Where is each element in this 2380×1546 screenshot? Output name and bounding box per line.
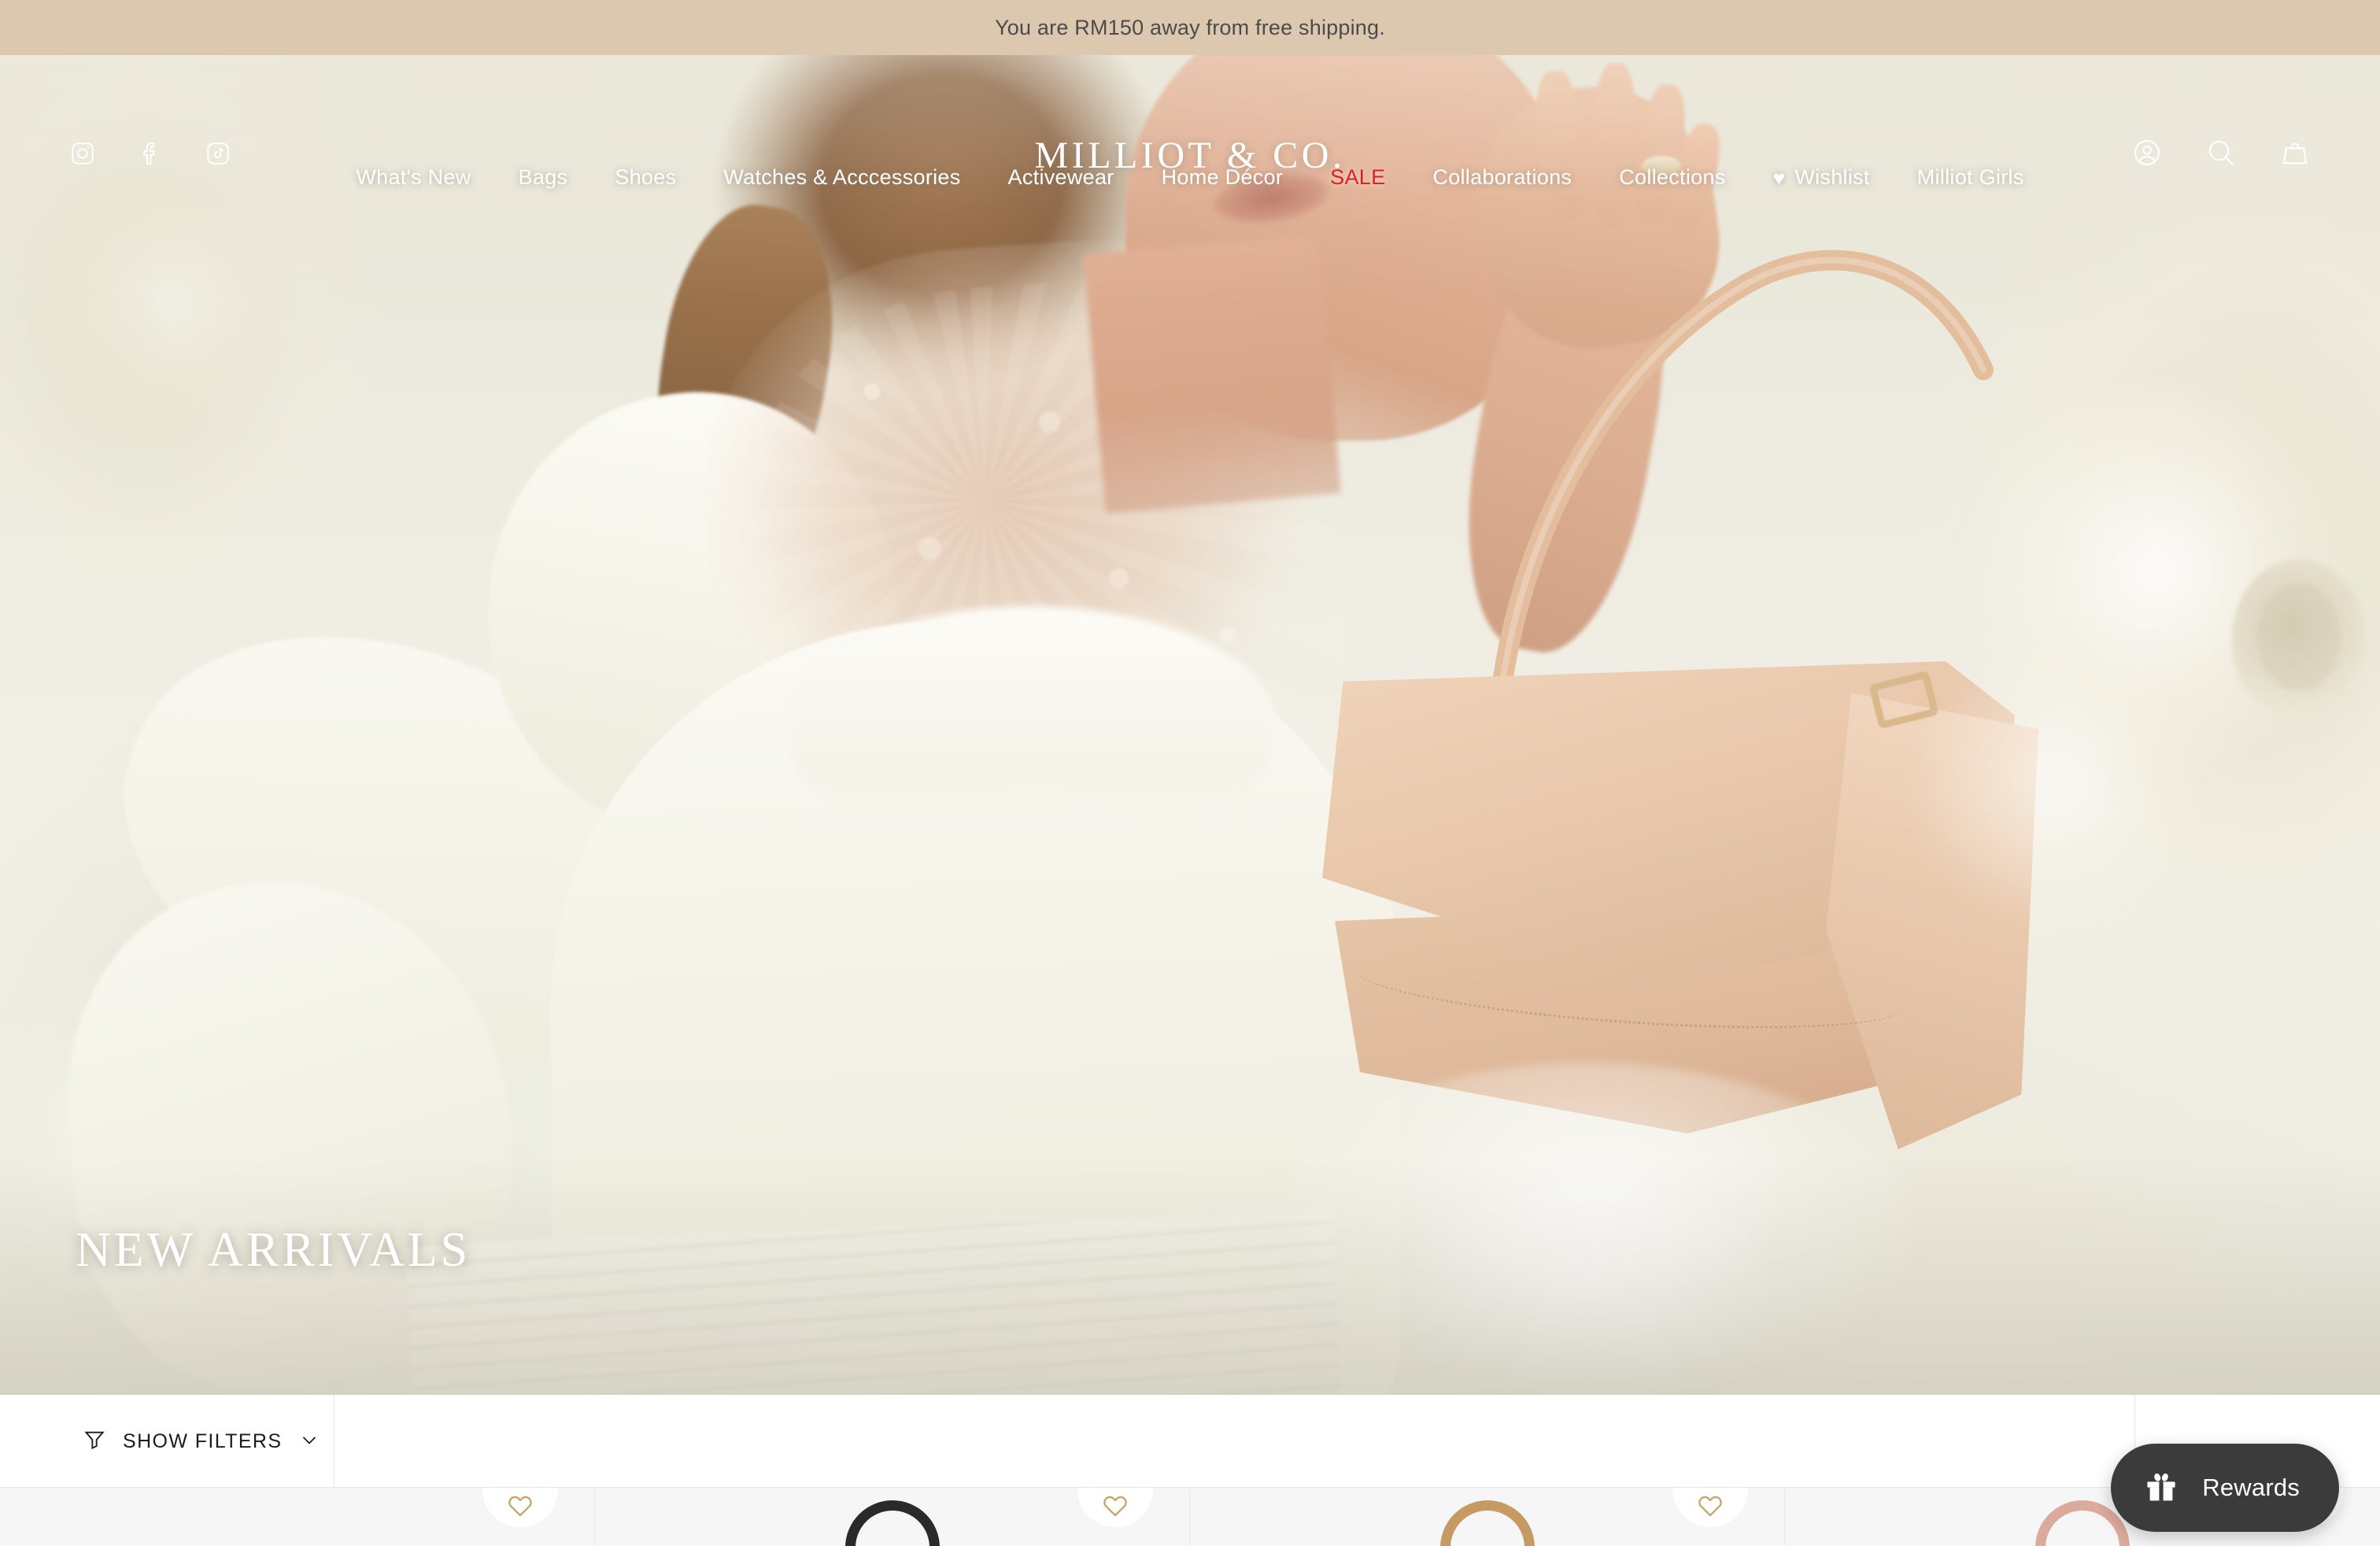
announcement-bar: You are RM150 away from free shipping. (0, 0, 2380, 55)
decorative-seedhead (2232, 559, 2366, 716)
nav-item-whats-new[interactable]: What's New (332, 157, 494, 198)
nav-item-bags[interactable]: Bags (495, 157, 592, 198)
product-card[interactable] (1190, 1488, 1785, 1546)
wishlist-button[interactable] (1077, 1488, 1153, 1527)
decorative-tulle (1385, 1157, 1794, 1393)
hero-title: NEW ARRIVALS (76, 1223, 471, 1277)
product-bag-handle (1439, 1500, 1535, 1546)
nav-item-collections[interactable]: Collections (1595, 157, 1749, 198)
product-card[interactable] (595, 1488, 1190, 1546)
filter-funnel-icon (82, 1427, 107, 1456)
rewards-button[interactable]: Rewards (2111, 1444, 2339, 1532)
nav-item-watches[interactable]: Watches & Acccessories (700, 157, 984, 198)
product-bag-handle (844, 1500, 940, 1546)
show-filters-label: SHOW FILTERS (123, 1429, 283, 1452)
nav-item-activewear[interactable]: Activewear (985, 157, 1138, 198)
handbag-strap (1338, 236, 2015, 716)
nav-item-home-decor[interactable]: Home Décor (1138, 157, 1307, 198)
gift-icon (2142, 1467, 2180, 1509)
page-root: You are RM150 away from free shipping. N… (0, 0, 2380, 1546)
nav-item-collaborations[interactable]: Collaborations (1409, 157, 1595, 198)
rewards-label: Rewards (2202, 1474, 2300, 1501)
heart-icon: ♥ (1772, 165, 1786, 190)
nav-item-shoes[interactable]: Shoes (591, 157, 700, 198)
wishlist-button[interactable] (1672, 1488, 1748, 1527)
hero-banner[interactable]: NEW ARRIVALS (0, 55, 2380, 1395)
main-navigation: What's New Bags Shoes Watches & Acccesso… (0, 157, 2380, 198)
product-grid (0, 1488, 2380, 1546)
nav-item-milliot-girls[interactable]: Milliot Girls (1894, 157, 2048, 198)
show-filters-button[interactable]: SHOW FILTERS (82, 1395, 321, 1488)
nav-item-wishlist-label: Wishlist (1794, 165, 1870, 189)
nav-item-wishlist[interactable]: ♥ Wishlist (1750, 157, 1894, 198)
chevron-down-icon (298, 1428, 321, 1455)
dress-neckline (787, 606, 1275, 842)
product-card[interactable] (0, 1488, 595, 1546)
filter-bar: SHOW FILTERS (0, 1395, 2380, 1488)
nav-item-sale[interactable]: SALE (1306, 157, 1409, 198)
model-neck (1083, 234, 1341, 514)
announcement-text: You are RM150 away from free shipping. (995, 15, 1385, 39)
dress-waist-pleats (406, 1211, 1341, 1395)
wishlist-button[interactable] (482, 1488, 558, 1527)
decorative-bloom (1916, 653, 2199, 937)
